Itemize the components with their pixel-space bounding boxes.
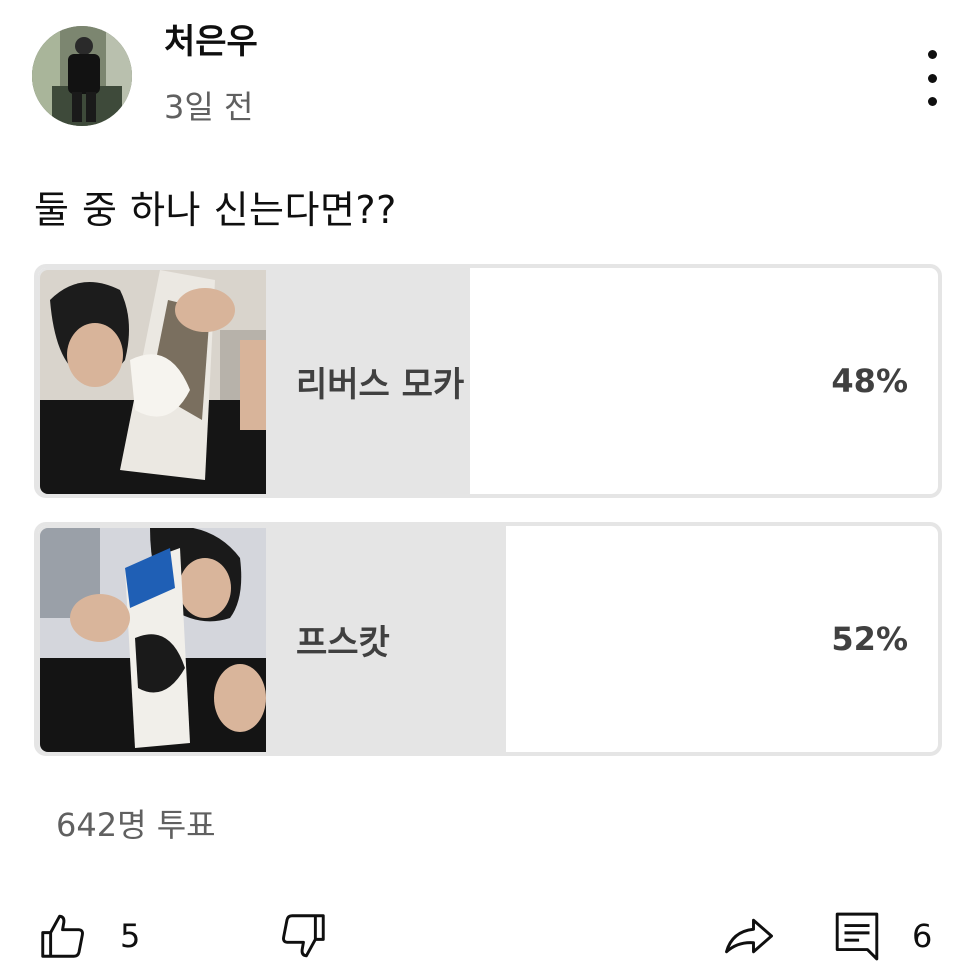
- post-text: 둘 중 하나 신는다면??: [34, 188, 397, 232]
- sneaker-photo-mocha-icon: [40, 270, 266, 494]
- dislike-button[interactable]: [276, 904, 330, 968]
- comments-button[interactable]: 6: [832, 904, 932, 968]
- share-icon: [725, 918, 773, 954]
- share-button[interactable]: [720, 904, 778, 968]
- poll-option-image: [40, 270, 266, 494]
- poll-option-percent: 52%: [831, 620, 908, 658]
- poll-option[interactable]: 프스캇 52%: [34, 522, 942, 756]
- comment-count: 6: [912, 917, 933, 955]
- comment-icon: [835, 912, 879, 961]
- thumb-down-icon: [282, 914, 325, 958]
- more-vert-icon-dot: [927, 73, 937, 83]
- more-vert-icon: [927, 50, 937, 59]
- avatar-image: [32, 26, 132, 126]
- poll-option-image: [40, 528, 266, 752]
- poll-option-label: 리버스 모카: [296, 364, 465, 405]
- poll-option-percent: 48%: [831, 362, 908, 400]
- more-options-button[interactable]: [912, 50, 952, 106]
- thumb-up-icon: [41, 914, 84, 958]
- vote-count: 642명 투표: [56, 806, 216, 844]
- like-count: 5: [120, 917, 141, 955]
- poll-option[interactable]: 리버스 모카 48%: [34, 264, 942, 498]
- channel-name[interactable]: 처은우: [164, 22, 258, 63]
- post-timestamp[interactable]: 3일 전: [164, 88, 253, 126]
- channel-avatar[interactable]: [32, 26, 132, 126]
- poll-option-label: 프스캇: [296, 622, 390, 663]
- sneaker-photo-blue-icon: [40, 528, 266, 752]
- more-vert-icon-dot: [927, 97, 937, 106]
- like-button[interactable]: 5: [36, 904, 140, 968]
